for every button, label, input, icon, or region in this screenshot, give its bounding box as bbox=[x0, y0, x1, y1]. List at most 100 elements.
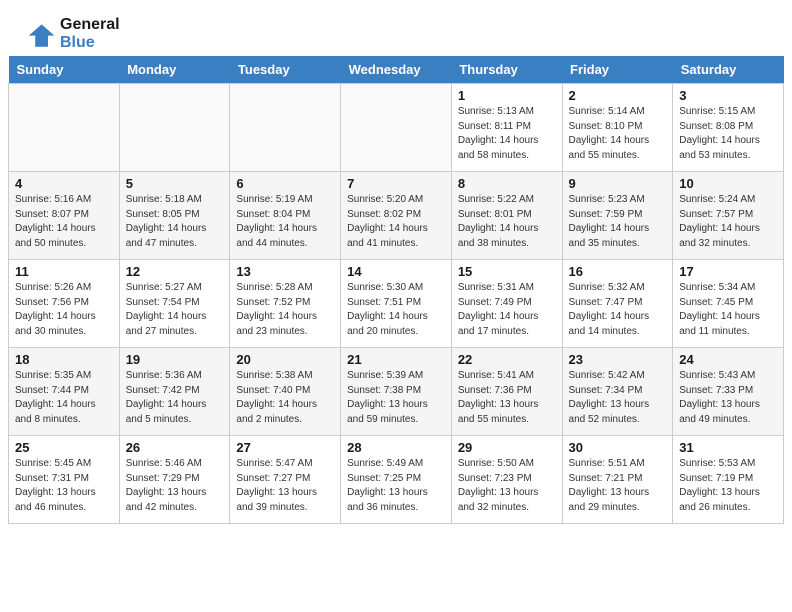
day-info: Sunrise: 5:32 AM Sunset: 7:47 PM Dayligh… bbox=[569, 281, 667, 339]
day-info: Sunrise: 5:14 AM Sunset: 8:10 PM Dayligh… bbox=[569, 105, 667, 163]
day-number: 7 bbox=[347, 176, 445, 191]
day-info: Sunrise: 5:31 AM Sunset: 7:49 PM Dayligh… bbox=[458, 281, 556, 339]
day-cell: 2 Sunrise: 5:14 AM Sunset: 8:10 PM Daylig… bbox=[562, 84, 673, 172]
day-info: Sunrise: 5:46 AM Sunset: 7:29 PM Dayligh… bbox=[126, 457, 224, 515]
day-number: 3 bbox=[679, 88, 777, 103]
day-info: Sunrise: 5:45 AM Sunset: 7:31 PM Dayligh… bbox=[15, 457, 113, 515]
header-day-saturday: Saturday bbox=[673, 56, 784, 84]
day-info: Sunrise: 5:16 AM Sunset: 8:07 PM Dayligh… bbox=[15, 193, 113, 251]
day-cell: 7 Sunrise: 5:20 AM Sunset: 8:02 PM Daylig… bbox=[341, 172, 452, 260]
day-number: 1 bbox=[458, 88, 556, 103]
day-cell: 18Sunrise: 5:35 AM Sunset: 7:44 PM Dayli… bbox=[9, 348, 120, 436]
day-info: Sunrise: 5:15 AM Sunset: 8:08 PM Dayligh… bbox=[679, 105, 777, 163]
day-cell: 17 Sunrise: 5:34 AM Sunset: 7:45 PM Dayli… bbox=[673, 260, 784, 348]
day-cell bbox=[9, 84, 120, 172]
calendar-table: SundayMondayTuesdayWednesdayThursdayFrid… bbox=[8, 56, 784, 524]
week-row-3: 11 Sunrise: 5:26 AM Sunset: 7:56 PM Dayli… bbox=[9, 260, 784, 348]
day-number: 29 bbox=[458, 440, 556, 455]
day-info: Sunrise: 5:23 AM Sunset: 7:59 PM Dayligh… bbox=[569, 193, 667, 251]
day-info: Sunrise: 5:39 AM Sunset: 7:38 PM Dayligh… bbox=[347, 369, 445, 427]
day-info: Sunrise: 5:47 AM Sunset: 7:27 PM Dayligh… bbox=[236, 457, 334, 515]
header-day-tuesday: Tuesday bbox=[230, 56, 341, 84]
header-day-friday: Friday bbox=[562, 56, 673, 84]
day-cell: 4 Sunrise: 5:16 AM Sunset: 8:07 PM Daylig… bbox=[9, 172, 120, 260]
day-cell: 9 Sunrise: 5:23 AM Sunset: 7:59 PM Daylig… bbox=[562, 172, 673, 260]
header-day-sunday: Sunday bbox=[9, 56, 120, 84]
day-info: Sunrise: 5:22 AM Sunset: 8:01 PM Dayligh… bbox=[458, 193, 556, 251]
day-cell: 15Sunrise: 5:31 AM Sunset: 7:49 PM Dayli… bbox=[451, 260, 562, 348]
day-cell: 21 Sunrise: 5:39 AM Sunset: 7:38 PM Dayli… bbox=[341, 348, 452, 436]
day-info: Sunrise: 5:35 AM Sunset: 7:44 PM Dayligh… bbox=[15, 369, 113, 427]
day-number: 4 bbox=[15, 176, 113, 191]
header-day-thursday: Thursday bbox=[451, 56, 562, 84]
day-cell: 22 Sunrise: 5:41 AM Sunset: 7:36 PM Dayli… bbox=[451, 348, 562, 436]
day-number: 25 bbox=[15, 440, 113, 455]
day-info: Sunrise: 5:28 AM Sunset: 7:52 PM Dayligh… bbox=[236, 281, 334, 339]
logo-icon bbox=[24, 18, 56, 50]
day-cell: 5 Sunrise: 5:18 AM Sunset: 8:05 PM Daylig… bbox=[119, 172, 230, 260]
day-info: Sunrise: 5:50 AM Sunset: 7:23 PM Dayligh… bbox=[458, 457, 556, 515]
day-info: Sunrise: 5:13 AM Sunset: 8:11 PM Dayligh… bbox=[458, 105, 556, 163]
day-number: 16 bbox=[569, 264, 667, 279]
day-info: Sunrise: 5:42 AM Sunset: 7:34 PM Dayligh… bbox=[569, 369, 667, 427]
day-number: 8 bbox=[458, 176, 556, 191]
day-info: Sunrise: 5:18 AM Sunset: 8:05 PM Dayligh… bbox=[126, 193, 224, 251]
day-info: Sunrise: 5:38 AM Sunset: 7:40 PM Dayligh… bbox=[236, 369, 334, 427]
day-info: Sunrise: 5:49 AM Sunset: 7:25 PM Dayligh… bbox=[347, 457, 445, 515]
day-info: Sunrise: 5:34 AM Sunset: 7:45 PM Dayligh… bbox=[679, 281, 777, 339]
day-cell: 25 Sunrise: 5:45 AM Sunset: 7:31 PM Dayli… bbox=[9, 436, 120, 524]
day-cell: 1 Sunrise: 5:13 AM Sunset: 8:11 PM Daylig… bbox=[451, 84, 562, 172]
header-day-wednesday: Wednesday bbox=[341, 56, 452, 84]
day-number: 21 bbox=[347, 352, 445, 367]
day-cell: 30 Sunrise: 5:51 AM Sunset: 7:21 PM Dayli… bbox=[562, 436, 673, 524]
day-cell: 24Sunrise: 5:43 AM Sunset: 7:33 PM Dayli… bbox=[673, 348, 784, 436]
day-cell: 26 Sunrise: 5:46 AM Sunset: 7:29 PM Dayli… bbox=[119, 436, 230, 524]
day-cell: 16 Sunrise: 5:32 AM Sunset: 7:47 PM Dayli… bbox=[562, 260, 673, 348]
day-number: 22 bbox=[458, 352, 556, 367]
day-number: 9 bbox=[569, 176, 667, 191]
day-number: 31 bbox=[679, 440, 777, 455]
week-row-4: 18Sunrise: 5:35 AM Sunset: 7:44 PM Dayli… bbox=[9, 348, 784, 436]
day-cell: 13Sunrise: 5:28 AM Sunset: 7:52 PM Dayli… bbox=[230, 260, 341, 348]
day-number: 11 bbox=[15, 264, 113, 279]
day-number: 30 bbox=[569, 440, 667, 455]
day-cell bbox=[341, 84, 452, 172]
day-info: Sunrise: 5:51 AM Sunset: 7:21 PM Dayligh… bbox=[569, 457, 667, 515]
day-number: 17 bbox=[679, 264, 777, 279]
day-number: 19 bbox=[126, 352, 224, 367]
day-cell: 19 Sunrise: 5:36 AM Sunset: 7:42 PM Dayli… bbox=[119, 348, 230, 436]
day-info: Sunrise: 5:41 AM Sunset: 7:36 PM Dayligh… bbox=[458, 369, 556, 427]
day-cell: 11 Sunrise: 5:26 AM Sunset: 7:56 PM Dayli… bbox=[9, 260, 120, 348]
header-day-monday: Monday bbox=[119, 56, 230, 84]
week-row-5: 25 Sunrise: 5:45 AM Sunset: 7:31 PM Dayli… bbox=[9, 436, 784, 524]
day-number: 27 bbox=[236, 440, 334, 455]
day-number: 26 bbox=[126, 440, 224, 455]
day-cell: 29 Sunrise: 5:50 AM Sunset: 7:23 PM Dayli… bbox=[451, 436, 562, 524]
day-cell: 27 Sunrise: 5:47 AM Sunset: 7:27 PM Dayli… bbox=[230, 436, 341, 524]
day-number: 20 bbox=[236, 352, 334, 367]
day-info: Sunrise: 5:26 AM Sunset: 7:56 PM Dayligh… bbox=[15, 281, 113, 339]
calendar: SundayMondayTuesdayWednesdayThursdayFrid… bbox=[0, 56, 792, 532]
header-row: SundayMondayTuesdayWednesdayThursdayFrid… bbox=[9, 56, 784, 84]
day-info: Sunrise: 5:19 AM Sunset: 8:04 PM Dayligh… bbox=[236, 193, 334, 251]
day-info: Sunrise: 5:27 AM Sunset: 7:54 PM Dayligh… bbox=[126, 281, 224, 339]
day-number: 5 bbox=[126, 176, 224, 191]
day-cell: 8 Sunrise: 5:22 AM Sunset: 8:01 PM Daylig… bbox=[451, 172, 562, 260]
day-cell: 12 Sunrise: 5:27 AM Sunset: 7:54 PM Dayli… bbox=[119, 260, 230, 348]
day-info: Sunrise: 5:53 AM Sunset: 7:19 PM Dayligh… bbox=[679, 457, 777, 515]
day-number: 12 bbox=[126, 264, 224, 279]
day-number: 14 bbox=[347, 264, 445, 279]
day-cell bbox=[119, 84, 230, 172]
day-info: Sunrise: 5:20 AM Sunset: 8:02 PM Dayligh… bbox=[347, 193, 445, 251]
logo: General Blue bbox=[24, 16, 120, 52]
day-cell: 10Sunrise: 5:24 AM Sunset: 7:57 PM Dayli… bbox=[673, 172, 784, 260]
day-cell: 14Sunrise: 5:30 AM Sunset: 7:51 PM Dayli… bbox=[341, 260, 452, 348]
day-cell: 23Sunrise: 5:42 AM Sunset: 7:34 PM Dayli… bbox=[562, 348, 673, 436]
day-cell bbox=[230, 84, 341, 172]
day-cell: 31 Sunrise: 5:53 AM Sunset: 7:19 PM Dayli… bbox=[673, 436, 784, 524]
day-info: Sunrise: 5:24 AM Sunset: 7:57 PM Dayligh… bbox=[679, 193, 777, 251]
day-number: 6 bbox=[236, 176, 334, 191]
day-number: 2 bbox=[569, 88, 667, 103]
day-info: Sunrise: 5:36 AM Sunset: 7:42 PM Dayligh… bbox=[126, 369, 224, 427]
day-cell: 6 Sunrise: 5:19 AM Sunset: 8:04 PM Daylig… bbox=[230, 172, 341, 260]
